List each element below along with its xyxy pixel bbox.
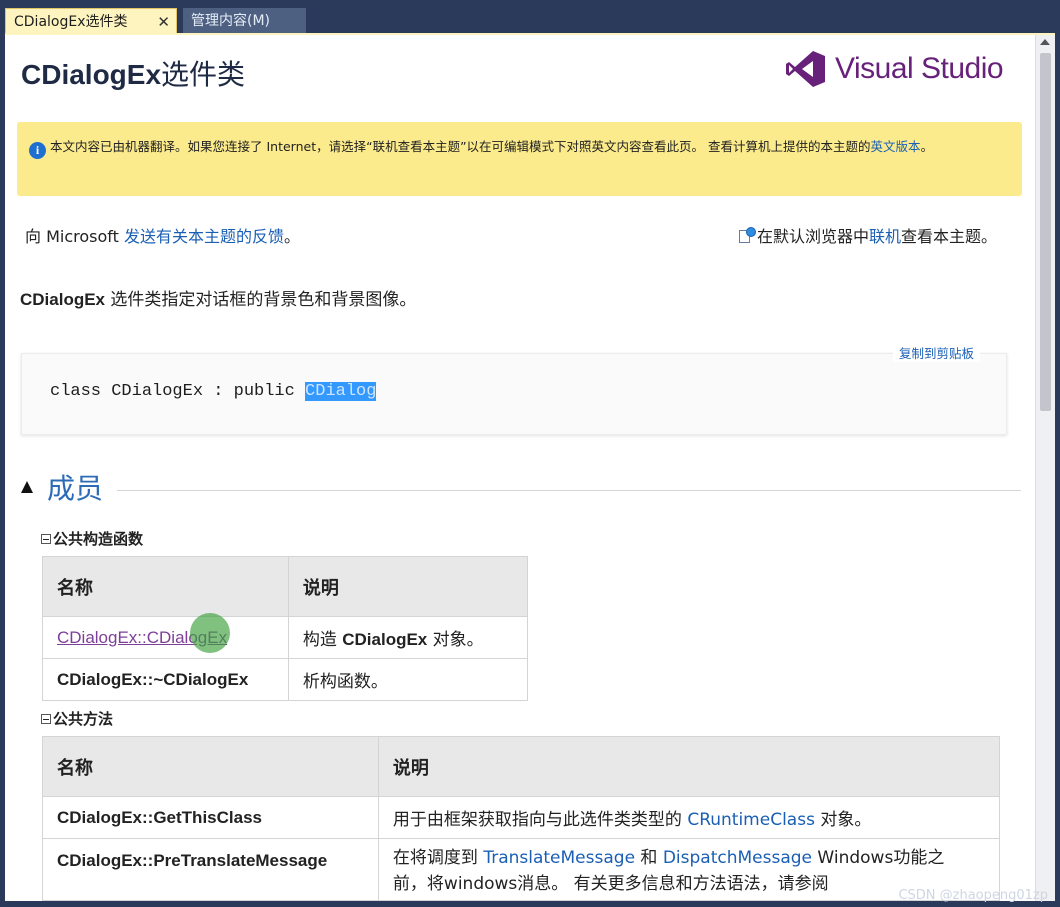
code-text: class CDialogEx : public CDialog	[50, 382, 377, 401]
tab-label: CDialogEx选件类	[14, 14, 128, 30]
machine-translation-notice: i 本文内容已由机器翻译。如果您连接了 Internet，请选择“联机查看本主题”…	[17, 122, 1022, 196]
document-tab-strip: CDialogEx选件类 ✕ 管理内容(M)	[0, 0, 1060, 35]
scroll-up-arrow-icon[interactable]	[1040, 39, 1050, 45]
visual-studio-logo: Visual Studio	[785, 47, 1004, 91]
cruntimeclass-link[interactable]: CRuntimeClass	[687, 810, 815, 830]
column-header-description: 说明	[377, 736, 1001, 797]
table-row: CDialogEx::~CDialogEx 析构函数。	[42, 658, 529, 701]
info-icon: i	[29, 142, 46, 159]
desc-text: 在将调度到	[392, 848, 484, 868]
notice-text-end: 。	[920, 139, 934, 154]
tab-manage-content[interactable]: 管理内容(M)	[183, 8, 306, 35]
desc-text-end: 对象。	[427, 630, 484, 650]
methods-heading-label: 公共方法	[53, 710, 114, 728]
english-version-link[interactable]: 英文版本	[871, 139, 921, 154]
collapse-minus-icon[interactable]	[41, 533, 51, 544]
code-selection: CDialog	[305, 382, 377, 401]
tab-cdialogex[interactable]: CDialogEx选件类 ✕	[5, 8, 177, 35]
constructors-heading-label: 公共构造函数	[53, 530, 144, 548]
class-name-bold: CDialogEx	[20, 290, 106, 309]
description-cell: 构造 CDialogEx 对象。	[287, 616, 529, 659]
column-header-description: 说明	[287, 556, 529, 617]
desc-text-mid: 和	[635, 848, 663, 868]
feedback-row: 向 Microsoft 发送有关本主题的反馈。	[25, 223, 300, 247]
visual-studio-logo-icon	[786, 51, 825, 87]
column-header-name: 名称	[42, 556, 289, 617]
visual-studio-logo-text: Visual Studio	[835, 52, 1004, 85]
methods-heading[interactable]: 公共方法	[41, 708, 113, 729]
constructor-link-cell: CDialogEx::CDialogEx	[42, 616, 289, 659]
online-prefix: 在默认浏览器中	[756, 227, 869, 246]
collapse-icon[interactable]	[21, 481, 33, 493]
constructors-heading[interactable]: 公共构造函数	[41, 528, 143, 549]
mouse-cursor-highlight	[190, 613, 230, 653]
collapse-minus-icon[interactable]	[41, 713, 51, 724]
column-header-name: 名称	[42, 736, 379, 797]
dispatchmessage-link[interactable]: DispatchMessage	[663, 848, 812, 868]
view-online-row: 在默认浏览器中 联机 查看本主题。	[738, 223, 997, 247]
page-title-code: CDialogEx	[21, 59, 162, 90]
vertical-scrollbar[interactable]	[1035, 35, 1055, 901]
table-row: CDialogEx::GetThisClass 用于由框架获取指向与此选件类类型…	[42, 796, 1001, 839]
send-feedback-link[interactable]: 发送有关本主题的反馈	[124, 227, 284, 246]
code-snippet: class CDialogEx : public CDialog	[21, 353, 1007, 435]
desc-text-end: 对象。	[814, 810, 872, 830]
method-name: CDialogEx::GetThisClass	[42, 796, 379, 839]
table-row: CDialogEx::PreTranslateMessage 在将调度到 Tra…	[42, 838, 1001, 901]
desc-text-line1-end: Windows功能之	[812, 848, 945, 868]
code-prefix: class CDialogEx : public	[50, 382, 306, 401]
page-title-cjk: 选件类	[161, 58, 246, 91]
help-viewer-content[interactable]: CDialogEx选件类 Visual Studio i 本文内容已由机器翻译。如…	[5, 35, 1035, 901]
table-header-row: 名称 说明	[42, 736, 1001, 797]
class-description: CDialogEx 选件类指定对话框的背景色和背景图像。	[20, 285, 416, 310]
notice-text: 本文内容已由机器翻译。如果您连接了 Internet，请选择“联机查看本主题”以…	[50, 139, 871, 154]
copy-to-clipboard-link[interactable]: 复制到剪贴板	[893, 343, 981, 362]
constructors-table: 名称 说明 CDialogEx::CDialogEx 构造 CDialogEx …	[42, 556, 529, 701]
view-online-link[interactable]: 联机	[869, 223, 901, 247]
desc-text-line2: 前，将windows消息。 有关更多信息和方法语法，请参阅	[392, 874, 829, 894]
translatemessage-link[interactable]: TranslateMessage	[483, 848, 635, 868]
description-cell: 析构函数。	[287, 658, 529, 701]
section-divider	[117, 489, 1021, 491]
methods-table: 名称 说明 CDialogEx::GetThisClass 用于由框架获取指向与…	[42, 736, 1001, 901]
desc-bold: CDialogEx	[342, 630, 428, 649]
members-title: 成员	[47, 472, 104, 505]
tab-label: 管理内容(M)	[191, 13, 271, 29]
table-row: CDialogEx::CDialogEx 构造 CDialogEx 对象。	[42, 616, 529, 659]
page-title: CDialogEx选件类	[21, 53, 245, 93]
table-header-row: 名称 说明	[42, 556, 529, 617]
method-name: CDialogEx::PreTranslateMessage	[42, 838, 379, 901]
feedback-suffix: 。	[284, 227, 301, 246]
scroll-thumb[interactable]	[1040, 53, 1051, 411]
desc-text: 用于由框架获取指向与此选件类类型的	[392, 810, 688, 830]
external-view-icon	[738, 227, 756, 243]
destructor-name: CDialogEx::~CDialogEx	[42, 658, 289, 701]
members-section-header[interactable]: 成员	[21, 467, 1021, 507]
close-icon[interactable]: ✕	[157, 9, 170, 36]
watermark: CSDN @zhaopeng01zp	[898, 888, 1048, 903]
online-suffix: 查看本主题。	[900, 227, 997, 246]
class-description-text: 选件类指定对话框的背景色和背景图像。	[105, 290, 417, 310]
feedback-prefix: 向 Microsoft	[25, 227, 124, 246]
description-cell: 用于由框架获取指向与此选件类类型的 CRuntimeClass 对象。	[377, 796, 1001, 839]
desc-text: 构造	[302, 630, 343, 650]
